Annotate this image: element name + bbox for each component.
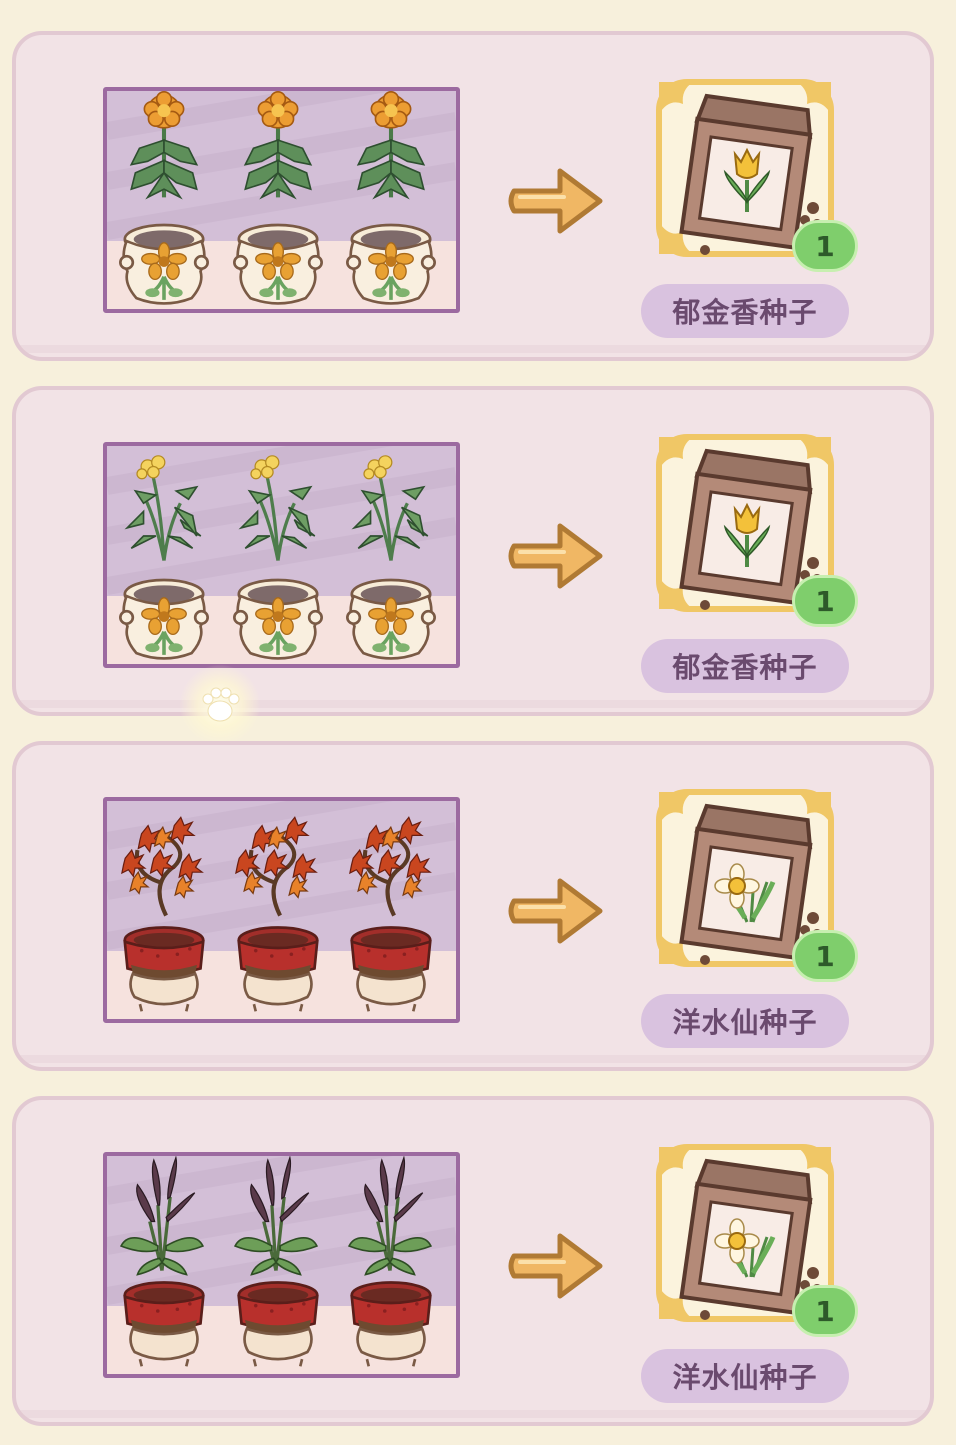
recipe-card-2: 1 郁金香种子	[12, 386, 934, 716]
plant-requirement-box	[103, 1152, 460, 1378]
arrow-right-icon	[504, 1226, 608, 1306]
reward-label: 郁金香种子	[641, 284, 849, 338]
reward-count-badge: 1	[792, 220, 858, 272]
reward-label: 郁金香种子	[641, 639, 849, 693]
arrow-right-icon	[504, 516, 608, 596]
recipe-card-1: 1 郁金香种子	[12, 31, 934, 361]
recipe-card-4: 1 洋水仙种子	[12, 1096, 934, 1426]
reward-count-badge: 1	[792, 575, 858, 627]
recipe-card-3: 1 洋水仙种子	[12, 741, 934, 1071]
plant-requirement-box	[103, 797, 460, 1023]
card-shadow	[20, 700, 926, 708]
paw-cursor-icon	[180, 665, 260, 745]
arrow-right-icon	[504, 871, 608, 951]
card-shadow	[20, 1055, 926, 1063]
card-shadow	[20, 1410, 926, 1418]
reward-label: 洋水仙种子	[641, 1349, 849, 1403]
card-shadow	[20, 345, 926, 353]
arrow-right-icon	[504, 161, 608, 241]
reward-count-badge: 1	[792, 930, 858, 982]
reward-label: 洋水仙种子	[641, 994, 849, 1048]
reward-count-badge: 1	[792, 1285, 858, 1337]
plant-requirement-box	[103, 442, 460, 668]
plant-requirement-box	[103, 87, 460, 313]
